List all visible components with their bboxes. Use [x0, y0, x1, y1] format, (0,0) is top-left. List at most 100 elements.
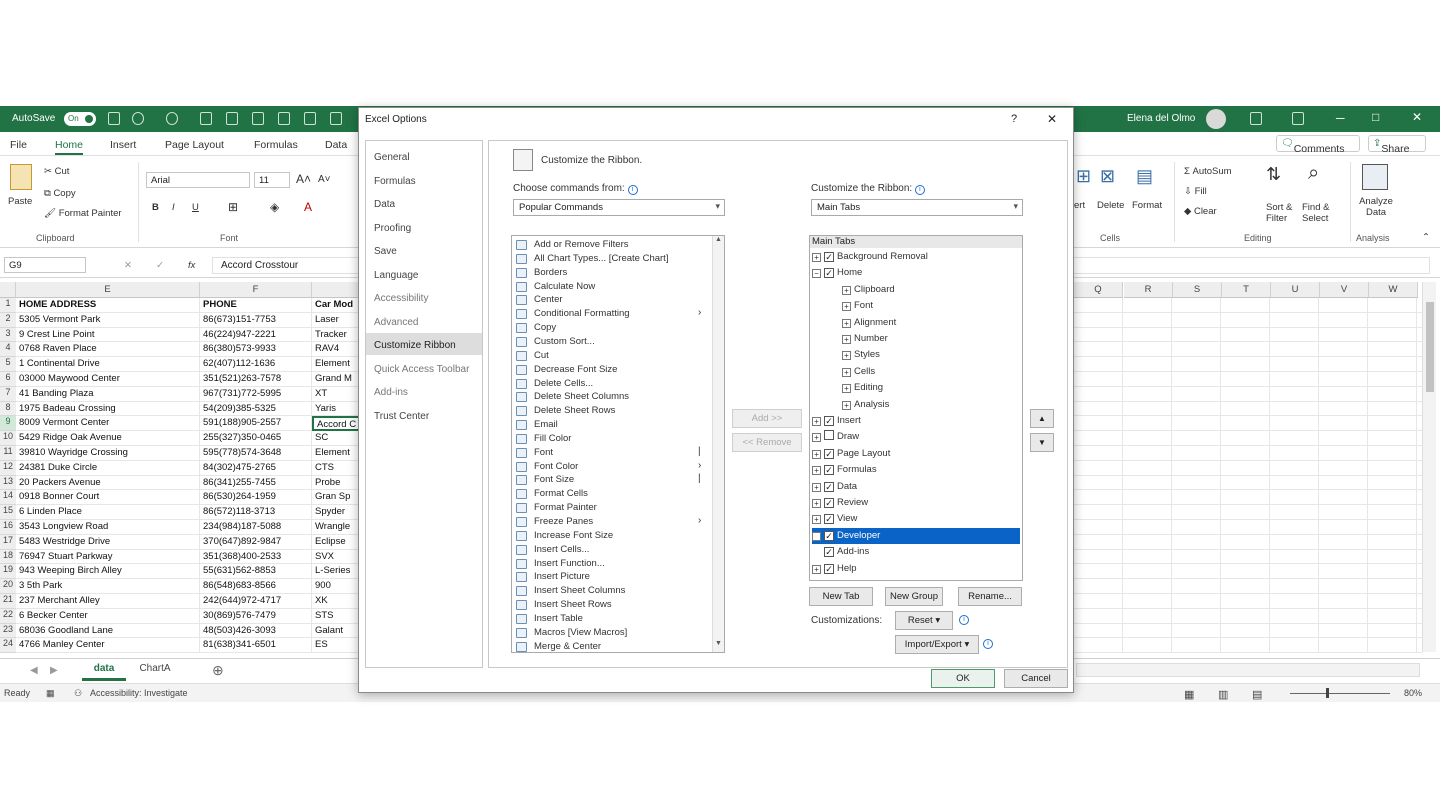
checkbox[interactable]: ✓ — [824, 465, 834, 476]
cell-car-model[interactable]: Element — [312, 446, 362, 461]
cell-home-address[interactable]: 5429 Ridge Oak Avenue — [16, 431, 200, 446]
info-icon[interactable]: i — [914, 185, 925, 195]
command-item[interactable]: Format Cells — [512, 487, 712, 501]
cell-car-model[interactable]: Car Mod — [312, 298, 362, 313]
row-header[interactable]: 10 — [0, 431, 16, 446]
nav-item[interactable]: Accessibility — [366, 286, 482, 308]
command-item[interactable]: Conditional Formatting — [512, 307, 712, 321]
cell-car-model[interactable]: Accord C — [312, 416, 362, 432]
grid-row-right[interactable] — [1074, 490, 1422, 506]
tab-data[interactable]: Data — [325, 139, 347, 151]
cell-car-model[interactable]: ES — [312, 638, 362, 654]
ribbon-tree-item[interactable]: + ✓ Background Removal — [812, 249, 992, 265]
expand-icon[interactable]: + — [842, 335, 851, 344]
command-item[interactable]: Freeze Panes — [512, 515, 712, 529]
autosave-toggle[interactable]: On — [64, 112, 96, 126]
grid-row-right[interactable] — [1074, 549, 1422, 565]
ribbon-tree[interactable]: Main Tabs + ✓ Background Removal − ✓ Home + Cli… — [809, 235, 1023, 581]
ribbon-tree-item[interactable]: + ✓ View — [812, 511, 992, 527]
checkbox[interactable]: ✓ — [824, 448, 834, 459]
info-icon[interactable]: i — [627, 185, 638, 195]
ribbon-tree-item[interactable]: + Analysis — [842, 397, 1022, 413]
row-header[interactable]: 4 — [0, 342, 16, 358]
zoom-level[interactable]: 80% — [1404, 688, 1422, 698]
checkbox[interactable]: ✓ — [824, 268, 834, 279]
nav-item[interactable]: Proofing — [366, 216, 482, 238]
ribbon-tree-item[interactable]: + Alignment — [842, 315, 1022, 331]
nav-item[interactable]: Customize Ribbon — [366, 333, 482, 355]
font-size-select[interactable]: 11 — [254, 172, 290, 188]
grid-row-right[interactable] — [1074, 386, 1422, 402]
cell-car-model[interactable]: SC — [312, 431, 362, 446]
cell-home-address[interactable]: 6 Becker Center — [16, 608, 200, 624]
tab-page-layout[interactable]: Page Layout — [165, 139, 224, 151]
row-header[interactable]: 24 — [0, 638, 16, 654]
grid-row-right[interactable] — [1074, 401, 1422, 417]
move-down-button[interactable]: ▼ — [1030, 433, 1054, 452]
nav-item[interactable]: Add-ins — [366, 380, 482, 402]
ribbon-tree-item[interactable]: + ✓ Review — [812, 495, 992, 511]
row-header[interactable]: 6 — [0, 372, 16, 387]
ribbon-tree-item[interactable]: + ✓ Help — [812, 561, 992, 577]
scroll-thumb[interactable] — [1426, 302, 1434, 392]
cell-phone[interactable]: 30(869)576-7479 — [200, 608, 312, 624]
grid-row-right[interactable] — [1074, 460, 1422, 476]
collapse-ribbon-icon[interactable]: ⌃ — [1422, 232, 1430, 243]
cell-car-model[interactable]: Laser — [312, 312, 362, 328]
cell-home-address[interactable]: 9 Crest Line Point — [16, 327, 200, 343]
prev-sheet-icon[interactable]: ◀ — [30, 665, 38, 676]
scroll-up-icon[interactable]: ▲ — [715, 236, 722, 243]
command-item[interactable]: Delete Sheet Columns — [512, 390, 712, 404]
row-header[interactable]: 23 — [0, 623, 16, 639]
expand-icon[interactable]: − — [812, 269, 821, 279]
cell-car-model[interactable]: Galant — [312, 623, 362, 639]
clear-button[interactable]: ◆ Clear — [1184, 206, 1217, 217]
cell-car-model[interactable]: RAV4 — [312, 342, 362, 358]
cell-car-model[interactable]: XK — [312, 594, 362, 609]
checkbox[interactable]: ✓ — [824, 481, 834, 492]
cell-phone[interactable]: 255(327)350-0465 — [200, 431, 312, 446]
nav-item[interactable]: Save — [366, 239, 482, 261]
expand-icon[interactable]: + — [812, 433, 821, 443]
pen-icon[interactable] — [1250, 112, 1262, 125]
cell-home-address[interactable]: 24381 Duke Circle — [16, 460, 200, 476]
row-header[interactable]: 15 — [0, 505, 16, 520]
page-layout-view-icon[interactable]: ▥ — [1218, 688, 1228, 701]
cell-home-address[interactable]: 3 5th Park — [16, 579, 200, 594]
cancel-entry-icon[interactable]: ✕ — [124, 260, 132, 271]
accessibility-status[interactable]: Accessibility: Investigate — [90, 688, 188, 698]
command-item[interactable]: Macros [View Macros] — [512, 626, 712, 640]
command-item[interactable]: Insert Table — [512, 612, 712, 626]
column-header[interactable]: T — [1222, 282, 1271, 298]
cell-home-address[interactable]: 237 Merchant Alley — [16, 594, 200, 609]
scroll-down-icon[interactable]: ▼ — [715, 640, 722, 647]
command-item[interactable]: Borders — [512, 266, 712, 280]
move-up-button[interactable]: ▲ — [1030, 409, 1054, 428]
grid-row-right[interactable] — [1074, 416, 1422, 432]
bold-button[interactable]: B — [152, 202, 159, 213]
row-header[interactable]: 18 — [0, 549, 16, 565]
cell-phone[interactable]: 48(503)426-3093 — [200, 623, 312, 639]
cell-car-model[interactable]: Gran Sp — [312, 490, 362, 506]
next-sheet-icon[interactable]: ▶ — [50, 665, 58, 676]
checkbox[interactable]: ✓ — [824, 563, 834, 574]
row-header[interactable]: 5 — [0, 357, 16, 372]
cell-phone[interactable]: 54(209)385-5325 — [200, 401, 312, 417]
copy-button[interactable]: ⧉ Copy — [44, 188, 76, 199]
expand-icon[interactable]: + — [812, 531, 821, 541]
cell-car-model[interactable]: Grand M — [312, 372, 362, 387]
cell-phone[interactable]: 86(572)118-3713 — [200, 505, 312, 520]
column-header[interactable]: W — [1369, 282, 1418, 298]
command-item[interactable]: Cut — [512, 349, 712, 363]
cell-car-model[interactable]: Spyder — [312, 505, 362, 520]
add-button[interactable]: Add >> — [732, 409, 802, 428]
sheet-tab-charta[interactable]: ChartA — [130, 659, 180, 681]
command-item[interactable]: Format Painter — [512, 501, 712, 515]
command-item[interactable]: Decrease Font Size — [512, 363, 712, 377]
cell-phone[interactable]: 595(778)574-3648 — [200, 446, 312, 461]
cell-phone[interactable]: 351(521)263-7578 — [200, 372, 312, 387]
command-item[interactable]: Insert Function... — [512, 557, 712, 571]
normal-view-icon[interactable]: ▦ — [1184, 688, 1194, 701]
choose-commands-select[interactable]: Popular Commands — [513, 199, 725, 216]
nav-item[interactable]: Language — [366, 263, 482, 285]
